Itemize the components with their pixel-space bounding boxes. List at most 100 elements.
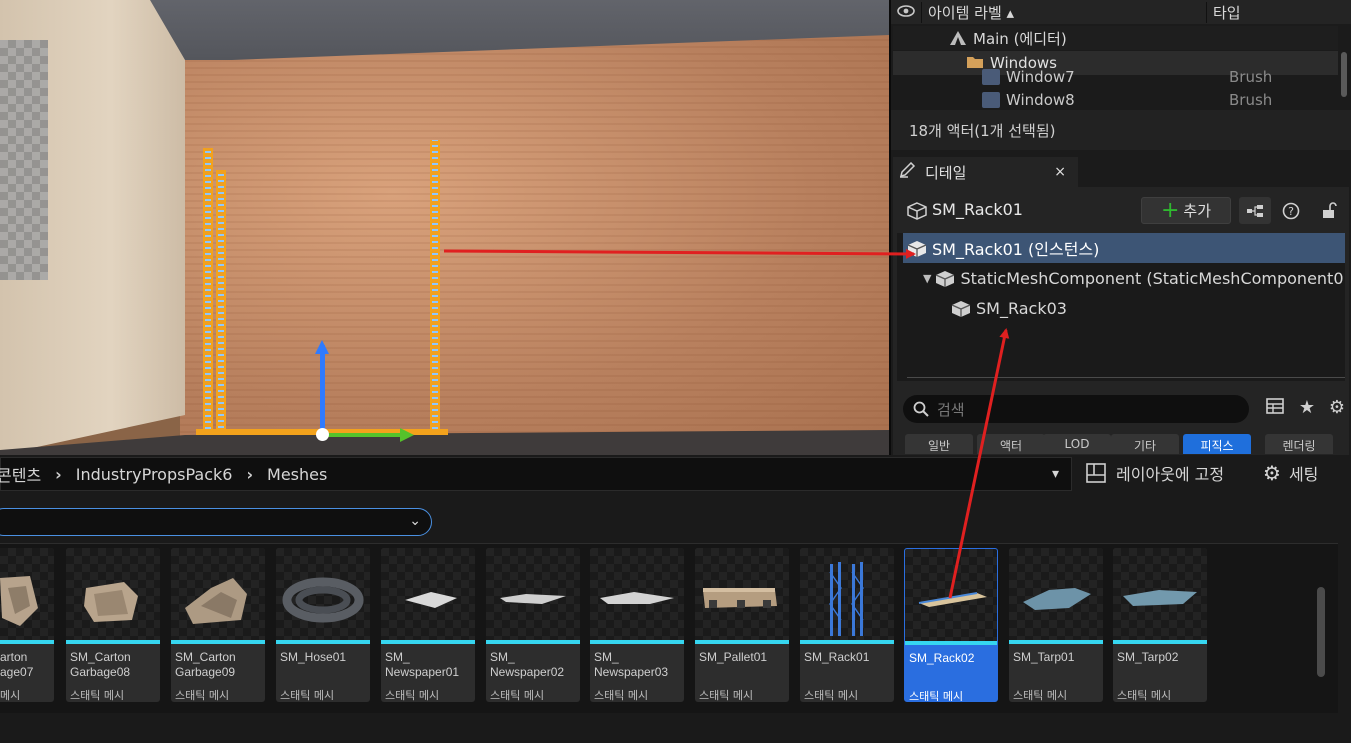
asset-type-bar	[0, 640, 54, 644]
asset-tile[interactable]: SM_Carton Garbage09 스태틱 메시	[171, 548, 265, 702]
asset-tile[interactable]: SM_ Newspaper02 스태틱 메시	[486, 548, 580, 702]
unlock-icon	[1323, 201, 1337, 218]
asset-grid: arton age07 메시 SM_Carton Garbage08 스태틱 메…	[0, 543, 1338, 713]
expand-triangle-icon[interactable]: ▼	[923, 272, 931, 285]
asset-type: 스태틱 메시	[594, 689, 649, 702]
gizmo-pivot[interactable]	[316, 428, 329, 441]
search-icon	[913, 401, 929, 417]
asset-name: SM_Carton Garbage09	[175, 650, 236, 679]
asset-type: 스태틱 메시	[175, 689, 230, 702]
asset-thumbnail	[905, 549, 997, 641]
settings-label: 세팅	[1288, 465, 1319, 484]
add-button-label: 추가	[1183, 202, 1212, 220]
lock-button[interactable]	[1313, 197, 1345, 224]
asset-name: arton age07	[0, 650, 34, 679]
asset-tile[interactable]: SM_ Newspaper01 스태틱 메시	[381, 548, 475, 702]
asset-thumbnail	[1113, 548, 1207, 640]
asset-tile[interactable]: SM_Tarp01 스태틱 메시	[1009, 548, 1103, 702]
asset-tile[interactable]: SM_Pallet01 스태틱 메시	[695, 548, 789, 702]
category-tab-actor[interactable]: 액터	[977, 434, 1045, 454]
asset-type-bar	[590, 640, 684, 644]
component-row-child[interactable]: SM_Rack03	[903, 293, 1345, 323]
layout-icon	[1086, 463, 1106, 483]
outliner-row-label: Window7	[1006, 68, 1075, 86]
asset-type-bar	[171, 640, 265, 644]
rack-post-left-back[interactable]	[216, 170, 226, 432]
asset-type: 스태틱 메시	[385, 689, 440, 702]
chevron-right-icon: ›	[246, 464, 254, 484]
asset-name: SM_ Newspaper01	[385, 650, 460, 679]
asset-thumbnail	[590, 548, 684, 640]
static-mesh-actor-icon	[907, 240, 927, 257]
category-tab-general[interactable]: 일반	[905, 434, 973, 454]
outliner-row-main[interactable]: Main (에디터)	[893, 26, 1338, 50]
asset-thumbnail	[800, 548, 894, 640]
chevron-down-icon: ⌄	[409, 513, 421, 529]
asset-type-bar	[486, 640, 580, 644]
component-row-staticmesh[interactable]: ▼ StaticMeshComponent (StaticMeshCompone…	[903, 263, 1345, 293]
component-tree: SM_Rack01 (인스턴스) ▼ StaticMeshComponent (…	[897, 233, 1345, 381]
asset-type: 스태틱 메시	[804, 689, 859, 702]
breadcrumb-item-pack[interactable]: IndustryPropsPack6	[76, 465, 233, 484]
asset-name: SM_ Newspaper02	[490, 650, 565, 679]
filter-dropdown[interactable]: ⌄	[0, 508, 432, 536]
breadcrumb-item-content[interactable]: 콘텐츠	[0, 462, 41, 486]
asset-name: SM_Carton Garbage08	[70, 650, 131, 679]
asset-name: SM_ Newspaper03	[594, 650, 669, 679]
category-tab-physics[interactable]: 피직스	[1183, 434, 1251, 454]
tab-details[interactable]: 디테일 ×	[893, 157, 1078, 187]
outliner-row-label: Main (에디터)	[973, 29, 1067, 48]
asset-tile[interactable]: arton age07 메시	[0, 548, 54, 702]
outliner-actor-count: 18개 액터(1개 선택됨)	[891, 110, 1351, 150]
asset-tile-selected[interactable]: SM_Rack02 스태틱 메시	[904, 548, 998, 702]
breadcrumb-item-meshes[interactable]: Meshes	[267, 465, 327, 484]
eye-icon[interactable]	[891, 3, 921, 21]
asset-thumbnail	[381, 548, 475, 640]
column-item-label[interactable]: 아이템 라벨 ▴	[921, 1, 1206, 23]
component-row-root[interactable]: SM_Rack01 (인스턴스)	[903, 233, 1345, 263]
details-panel: 디테일 × SM_Rack01 + 추가 ? SM_Rack01 (인스턴스) …	[889, 150, 1351, 455]
asset-tile[interactable]: SM_Hose01 스태틱 메시	[276, 548, 370, 702]
rack-post-left[interactable]	[203, 148, 213, 433]
gear-icon[interactable]: ⚙	[1325, 397, 1349, 421]
asset-tile[interactable]: SM_ Newspaper03 스태틱 메시	[590, 548, 684, 702]
lock-layout-button[interactable]: 레이아웃에 고정	[1086, 461, 1224, 485]
outliner-row-window8[interactable]: Window8 Brush	[893, 90, 1338, 110]
gizmo-x-arrow-icon[interactable]	[400, 428, 414, 442]
table-view-icon[interactable]	[1263, 397, 1287, 421]
asset-thumbnail	[486, 548, 580, 640]
close-icon[interactable]: ×	[1054, 164, 1066, 180]
category-tab-misc[interactable]: 기타	[1111, 434, 1179, 454]
blueprint-button[interactable]	[1239, 197, 1271, 224]
category-tab-rendering[interactable]: 렌더링	[1265, 434, 1333, 454]
asset-type-bar	[905, 641, 997, 645]
category-tab-lod[interactable]: LOD	[1043, 434, 1111, 454]
add-component-button[interactable]: + 추가	[1141, 197, 1231, 224]
asset-tile[interactable]: SM_Rack01 스태틱 메시	[800, 548, 894, 702]
asset-name: SM_Rack02	[909, 651, 975, 665]
asset-name: SM_Hose01	[280, 650, 347, 664]
asset-thumbnail	[0, 548, 54, 640]
component-label: SM_Rack01 (인스턴스)	[932, 240, 1100, 259]
details-search-input[interactable]: 검색	[903, 395, 1249, 423]
asset-tile[interactable]: SM_Tarp02 스태틱 메시	[1113, 548, 1207, 702]
column-type[interactable]: 타입	[1206, 1, 1321, 23]
rack-post-right[interactable]	[430, 140, 440, 433]
asset-type: 스태틱 메시	[70, 689, 125, 702]
level-viewport[interactable]	[0, 0, 889, 455]
favorite-star-icon[interactable]: ★	[1295, 397, 1319, 421]
static-mesh-component-icon	[935, 270, 955, 287]
static-mesh-component-icon	[951, 300, 971, 317]
asset-tile[interactable]: SM_Carton Garbage08 스태틱 메시	[66, 548, 160, 702]
outliner-row-window7[interactable]: Window7 Brush	[893, 67, 1338, 87]
help-button[interactable]: ?	[1275, 197, 1307, 224]
settings-button[interactable]: ⚙ 세팅	[1263, 461, 1318, 485]
gizmo-x-axis[interactable]	[325, 433, 405, 437]
asset-thumbnail	[695, 548, 789, 640]
chevron-down-icon[interactable]: ▾	[1052, 466, 1059, 482]
gizmo-z-axis[interactable]	[320, 345, 325, 430]
outliner-scrollbar[interactable]	[1341, 52, 1347, 97]
asset-type: 스태틱 메시	[490, 689, 545, 702]
asset-grid-scrollbar[interactable]	[1317, 587, 1325, 677]
asset-type-bar	[695, 640, 789, 644]
